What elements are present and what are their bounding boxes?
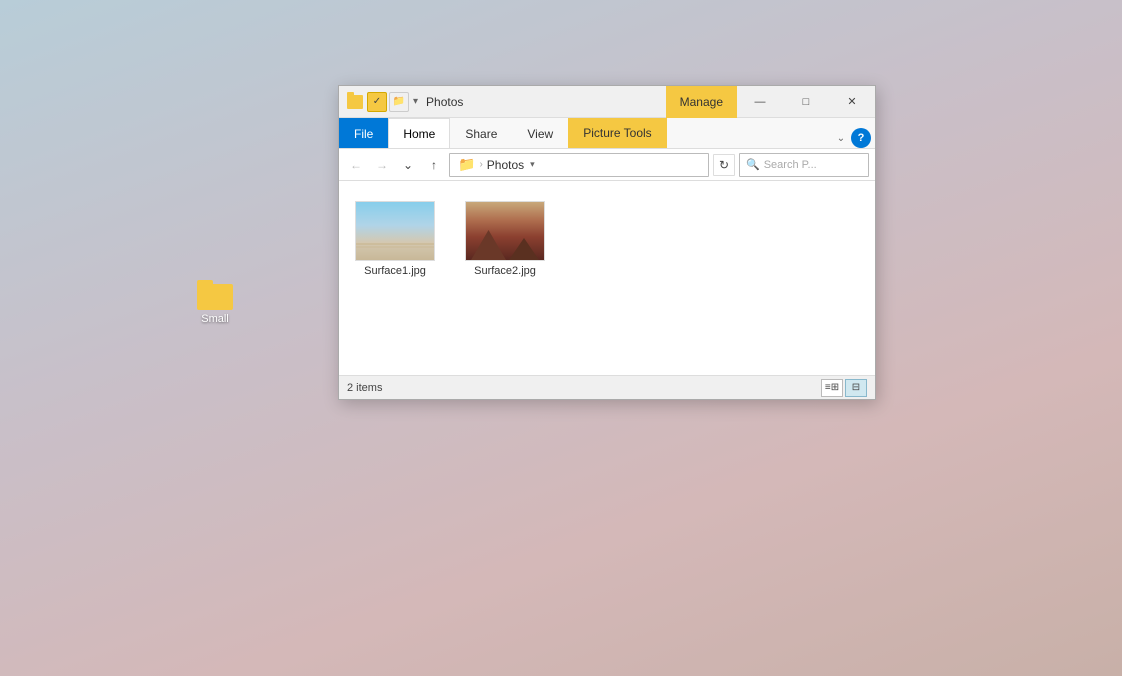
file-item-surface1[interactable]: Surface1.jpg <box>355 197 435 281</box>
thumbnail-image-surface2 <box>466 202 544 260</box>
title-bar-controls: — □ ✕ <box>737 86 875 117</box>
up-button[interactable]: ↑ <box>423 154 445 176</box>
manage-button[interactable]: Manage <box>666 86 737 118</box>
search-placeholder-text: Search P... <box>764 159 862 171</box>
file-item-surface2[interactable]: Surface2.jpg <box>465 197 545 281</box>
status-bar: 2 items ≡⊞ ⊟ <box>339 375 875 399</box>
address-folder-icon: 📁 <box>458 156 475 173</box>
address-dropdown-icon[interactable]: ▾ <box>530 159 535 170</box>
refresh-button[interactable]: ↻ <box>713 154 735 176</box>
minimize-button[interactable]: — <box>737 86 783 118</box>
title-bar-left: ✓ 📁 ▾ Photos <box>339 92 666 112</box>
tab-view[interactable]: View <box>512 118 568 148</box>
ribbon-right-controls: ⌄ ? <box>831 128 875 148</box>
window-title: Photos <box>426 95 463 109</box>
address-path-text: Photos <box>487 158 524 172</box>
thumbnail-image-surface1 <box>356 202 434 260</box>
address-separator: › <box>479 159 482 170</box>
tab-home[interactable]: Home <box>388 118 450 148</box>
folder-icon-image <box>197 280 233 310</box>
tab-picture-tools[interactable]: Picture Tools <box>568 118 666 148</box>
file-thumbnail-surface1 <box>355 201 435 261</box>
ribbon: File Home Share View Picture Tools ⌄ ? <box>339 118 875 149</box>
maximize-button[interactable]: □ <box>783 86 829 118</box>
address-bar: ← → ⌄ ↑ 📁 › Photos ▾ ↻ 🔍 Search P... <box>339 149 875 181</box>
forward-button[interactable]: → <box>371 154 393 176</box>
close-button[interactable]: ✕ <box>829 86 875 118</box>
tiles-view-button[interactable]: ⊟ <box>845 379 867 397</box>
search-box[interactable]: 🔍 Search P... <box>739 153 869 177</box>
search-icon: 🔍 <box>746 158 760 171</box>
explorer-window: ✓ 📁 ▾ Photos Manage — □ ✕ File Home Shar… <box>338 85 876 400</box>
desktop-icon-label: Small <box>201 313 229 325</box>
content-area: Surface1.jpg Surface2.jpg <box>339 181 875 375</box>
recent-locations-button[interactable]: ⌄ <box>397 154 419 176</box>
address-path-box[interactable]: 📁 › Photos ▾ <box>449 153 709 177</box>
back-button[interactable]: ← <box>345 154 367 176</box>
ribbon-tabs: File Home Share View Picture Tools ⌄ ? <box>339 118 875 148</box>
tab-share[interactable]: Share <box>450 118 512 148</box>
ribbon-chevron-icon[interactable]: ⌄ <box>831 128 851 148</box>
file-name-surface2: Surface2.jpg <box>474 265 536 277</box>
quick-access-btn[interactable]: ✓ <box>367 92 387 112</box>
file-thumbnail-surface2 <box>465 201 545 261</box>
ribbon-help-icon[interactable]: ? <box>851 128 871 148</box>
quick-access-btn2[interactable]: 📁 <box>389 92 409 112</box>
desktop-folder-icon[interactable]: Small <box>185 280 245 325</box>
quick-access-dropdown[interactable]: ▾ <box>411 96 420 107</box>
file-name-surface1: Surface1.jpg <box>364 265 426 277</box>
details-view-button[interactable]: ≡⊞ <box>821 379 843 397</box>
item-count-label: 2 items <box>347 382 382 394</box>
view-toggle-buttons: ≡⊞ ⊟ <box>821 379 867 397</box>
files-grid: Surface1.jpg Surface2.jpg <box>355 197 859 281</box>
title-folder-icon <box>347 95 363 109</box>
title-bar: ✓ 📁 ▾ Photos Manage — □ ✕ <box>339 86 875 118</box>
tab-file[interactable]: File <box>339 118 388 148</box>
